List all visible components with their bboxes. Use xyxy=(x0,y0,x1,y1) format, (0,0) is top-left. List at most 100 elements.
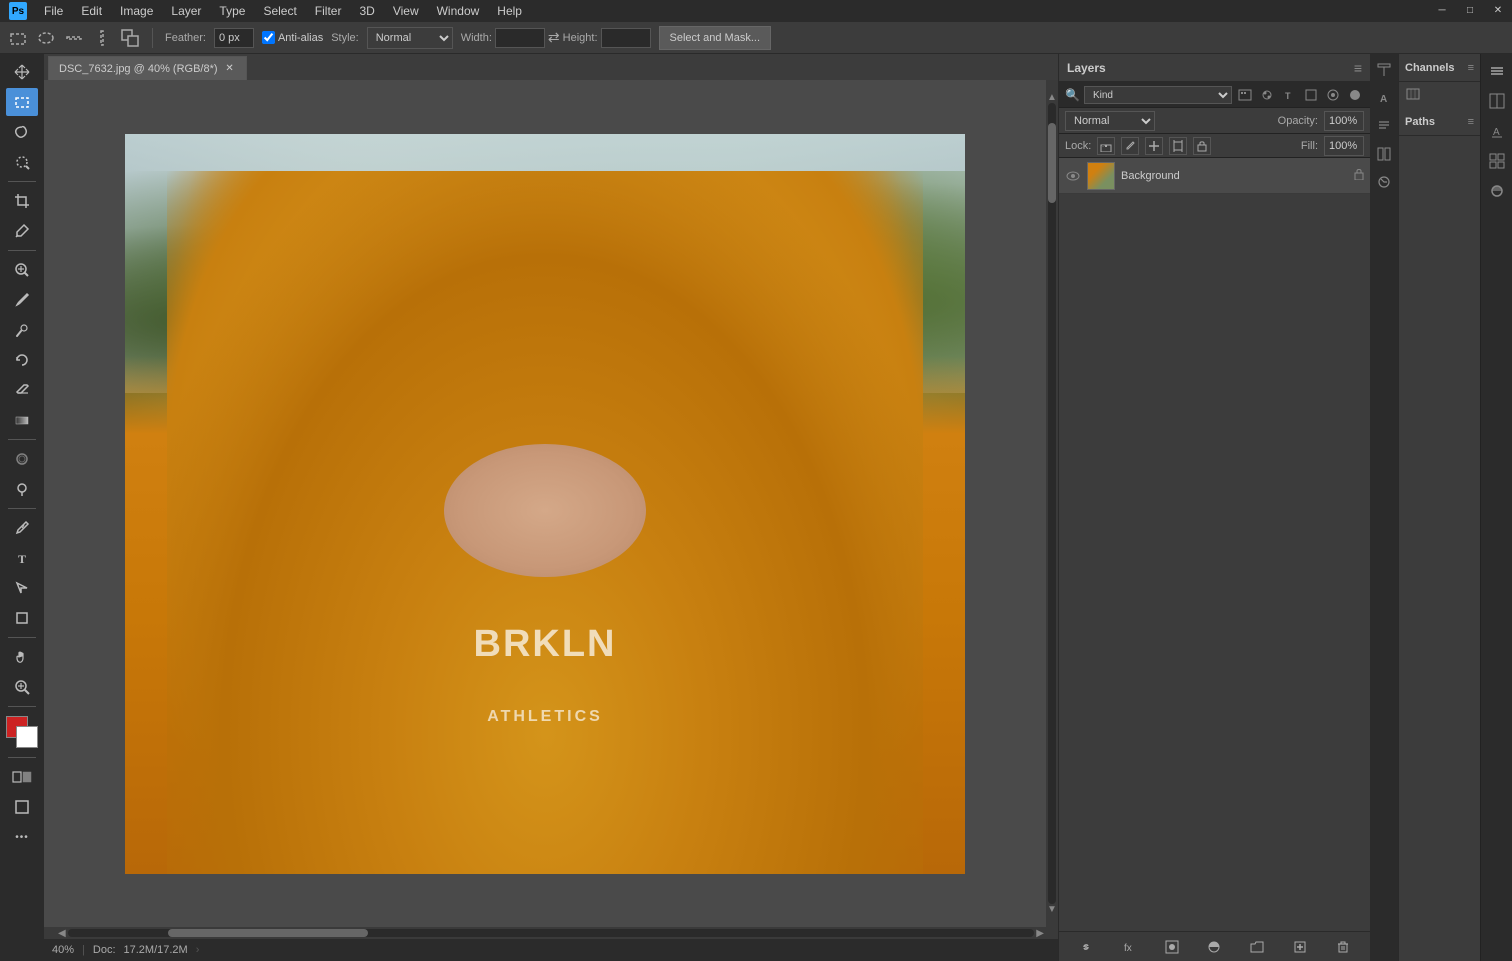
history-panel-toggle[interactable] xyxy=(1372,170,1396,194)
typography-icon-btn-far[interactable]: A xyxy=(1484,118,1510,144)
menu-select[interactable]: Select xyxy=(255,2,304,20)
layer-visibility-toggle[interactable] xyxy=(1065,168,1081,184)
filter-toggle-icon[interactable] xyxy=(1346,86,1364,104)
style-select[interactable]: Normal Fixed Ratio Fixed Size xyxy=(367,27,453,49)
hand-tool[interactable] xyxy=(6,643,38,671)
background-color[interactable] xyxy=(16,726,38,748)
menu-type[interactable]: Type xyxy=(211,2,253,20)
close-button[interactable]: ✕ xyxy=(1484,0,1512,20)
menu-3d[interactable]: 3D xyxy=(351,2,382,20)
menu-file[interactable]: File xyxy=(36,2,71,20)
history-brush-tool[interactable] xyxy=(6,346,38,374)
brush-tool[interactable] xyxy=(6,286,38,314)
layers-icon-btn-far[interactable] xyxy=(1484,58,1510,84)
shape-tool[interactable] xyxy=(6,604,38,632)
channels-panel-item[interactable] xyxy=(1399,82,1480,106)
extra-tools[interactable]: ••• xyxy=(6,823,38,851)
glyphs-icon-btn-far[interactable] xyxy=(1484,148,1510,174)
menu-edit[interactable]: Edit xyxy=(73,2,110,20)
rectangular-marquee-icon[interactable] xyxy=(8,28,28,48)
new-group-button[interactable] xyxy=(1245,936,1269,958)
lock-image-pixels[interactable] xyxy=(1121,137,1139,155)
filter-pixel-icon[interactable] xyxy=(1236,86,1254,104)
blend-mode-select[interactable]: Normal Dissolve Multiply Screen Overlay xyxy=(1065,111,1155,131)
lock-artboard[interactable] xyxy=(1169,137,1187,155)
single-col-marquee-icon[interactable] xyxy=(92,28,112,48)
lock-transparent-pixels[interactable] xyxy=(1097,137,1115,155)
width-input[interactable] xyxy=(495,28,545,48)
new-layer-button[interactable] xyxy=(1288,936,1312,958)
opacity-input[interactable] xyxy=(1324,111,1364,131)
filter-type-icon[interactable]: T xyxy=(1280,86,1298,104)
height-input[interactable] xyxy=(601,28,651,48)
move-tool[interactable] xyxy=(6,58,38,86)
horizontal-scrollbar[interactable]: ◀ ▶ xyxy=(44,927,1058,939)
document-tab-close[interactable]: ✕ xyxy=(224,63,236,75)
menu-view[interactable]: View xyxy=(385,2,427,20)
antialias-checkbox[interactable] xyxy=(262,31,275,44)
menu-layer[interactable]: Layer xyxy=(163,2,209,20)
filter-smart-object-icon[interactable] xyxy=(1324,86,1342,104)
vertical-scroll-track[interactable] xyxy=(1048,103,1056,904)
circle-icon-btn-far[interactable] xyxy=(1484,178,1510,204)
adjustment-icon-btn-far[interactable] xyxy=(1484,88,1510,114)
crop-tool[interactable] xyxy=(6,187,38,215)
add-layer-mask-button[interactable] xyxy=(1160,936,1184,958)
feather-input[interactable] xyxy=(214,28,254,48)
lock-all[interactable] xyxy=(1193,137,1211,155)
dodge-tool[interactable] xyxy=(6,475,38,503)
elliptical-marquee-icon[interactable] xyxy=(36,28,56,48)
scroll-up-arrow[interactable]: ▲ xyxy=(1047,92,1057,103)
blur-tool[interactable] xyxy=(6,445,38,473)
marquee-tool[interactable] xyxy=(6,88,38,116)
paragraph-panel-toggle[interactable] xyxy=(1372,114,1396,138)
quick-mask-mode[interactable] xyxy=(6,763,38,791)
swap-dimensions-icon[interactable]: ⇄ xyxy=(548,29,560,46)
layers-panel-menu-icon[interactable]: ≡ xyxy=(1354,60,1362,76)
gradient-tool[interactable] xyxy=(6,406,38,434)
single-row-marquee-icon[interactable] xyxy=(64,28,84,48)
document-tab[interactable]: DSC_7632.jpg @ 40% (RGB/8*) ✕ xyxy=(48,56,247,80)
horizontal-scroll-thumb[interactable] xyxy=(168,929,368,937)
change-screen-mode[interactable] xyxy=(6,793,38,821)
new-adjustment-layer-button[interactable] xyxy=(1202,936,1226,958)
lasso-tool[interactable] xyxy=(6,118,38,146)
restore-button[interactable]: □ xyxy=(1456,0,1484,20)
filter-shape-icon[interactable] xyxy=(1302,86,1320,104)
horizontal-scroll-track[interactable] xyxy=(68,929,1035,937)
scroll-down-arrow[interactable]: ▼ xyxy=(1047,904,1057,915)
scroll-left-arrow[interactable]: ◀ xyxy=(56,928,68,939)
scroll-right-arrow[interactable]: ▶ xyxy=(1034,928,1046,939)
minimize-button[interactable]: ─ xyxy=(1428,0,1456,20)
channels-expand-icon[interactable]: ≡ xyxy=(1468,62,1474,74)
eyedropper-tool[interactable] xyxy=(6,217,38,245)
lock-position[interactable] xyxy=(1145,137,1163,155)
paths-tab-label[interactable]: Paths xyxy=(1405,116,1435,128)
menu-filter[interactable]: Filter xyxy=(307,2,350,20)
paths-expand-icon[interactable]: ≡ xyxy=(1468,116,1474,128)
layer-item-background[interactable]: Background xyxy=(1059,158,1370,194)
vertical-scrollbar[interactable]: ▲ ▼ xyxy=(1046,80,1058,927)
layer-filter-select[interactable]: Kind Name Effect Mode Attribute Color xyxy=(1084,86,1232,104)
libraries-panel-toggle[interactable] xyxy=(1372,142,1396,166)
filter-adjustment-icon[interactable] xyxy=(1258,86,1276,104)
fill-input[interactable] xyxy=(1324,136,1364,156)
vertical-scroll-thumb[interactable] xyxy=(1048,123,1056,203)
canvas-viewport[interactable]: BRKLN ATHLETICS xyxy=(44,80,1046,927)
path-selection-tool[interactable] xyxy=(6,574,38,602)
menu-help[interactable]: Help xyxy=(489,2,530,20)
quick-select-tool[interactable] xyxy=(6,148,38,176)
clone-stamp-tool[interactable] xyxy=(6,316,38,344)
menu-image[interactable]: Image xyxy=(112,2,161,20)
eraser-tool[interactable] xyxy=(6,376,38,404)
add-to-sel-icon[interactable] xyxy=(120,28,140,48)
healing-tool[interactable] xyxy=(6,256,38,284)
select-mask-button[interactable]: Select and Mask... xyxy=(659,26,772,50)
add-layer-style-button[interactable]: fx xyxy=(1117,936,1141,958)
link-layers-button[interactable] xyxy=(1074,936,1098,958)
pen-tool[interactable] xyxy=(6,514,38,542)
channels-tab-label[interactable]: Channels xyxy=(1405,62,1455,74)
delete-layer-button[interactable] xyxy=(1331,936,1355,958)
menu-window[interactable]: Window xyxy=(429,2,488,20)
character-panel-toggle[interactable]: A xyxy=(1372,86,1396,110)
